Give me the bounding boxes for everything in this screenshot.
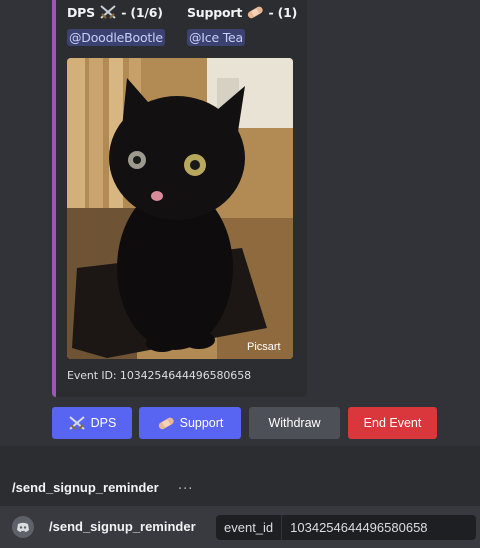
autocomplete-command[interactable]: /send_signup_reminder xyxy=(12,480,159,495)
field-count-dps: - (1/6) xyxy=(121,5,163,20)
bandage-icon xyxy=(246,5,264,22)
field-title-dps: DPS xyxy=(67,5,95,20)
field-name-dps: DPS - (1/6) xyxy=(67,5,165,22)
event-embed: DPS - (1/6) @DoodleBootle Support - (1) … xyxy=(52,0,307,397)
chat-divider xyxy=(0,446,480,470)
embed-field-support: Support - (1) @Ice Tea xyxy=(187,5,297,46)
withdraw-button[interactable]: Withdraw xyxy=(249,407,340,439)
end-event-button-label: End Event xyxy=(363,416,422,430)
field-count-support: - (1) xyxy=(268,5,298,20)
dps-button-label: DPS xyxy=(90,416,117,430)
event-id-footer: Event ID: 1034254644496580658 xyxy=(67,369,251,382)
option-value[interactable]: 1034254644496580658 xyxy=(282,520,427,535)
dps-button[interactable]: DPS xyxy=(52,407,132,439)
event-id-option[interactable]: event_id 1034254644496580658 xyxy=(216,515,476,540)
crossed-swords-icon xyxy=(68,416,86,430)
mention-dps[interactable]: @DoodleBootle xyxy=(67,29,165,46)
bandage-icon xyxy=(157,416,175,430)
input-command: /send_signup_reminder xyxy=(49,519,196,534)
crossed-swords-icon xyxy=(99,5,117,22)
mention-support[interactable]: @Ice Tea xyxy=(187,29,245,46)
support-button[interactable]: Support xyxy=(139,407,241,439)
support-button-label: Support xyxy=(179,416,224,430)
discord-icon xyxy=(12,516,34,538)
picsart-watermark: Picsart xyxy=(247,341,281,353)
field-title-support: Support xyxy=(187,5,243,20)
command-autocomplete[interactable]: /send_signup_reminder ... xyxy=(0,470,480,506)
option-name: event_id xyxy=(216,515,283,540)
autocomplete-ellipsis: ... xyxy=(178,478,194,493)
embed-field-dps: DPS - (1/6) @DoodleBootle xyxy=(67,5,165,46)
field-name-support: Support - (1) xyxy=(187,5,297,22)
cat-image[interactable]: Picsart xyxy=(67,58,293,359)
message-input[interactable]: /send_signup_reminder event_id 103425464… xyxy=(0,506,480,548)
end-event-button[interactable]: End Event xyxy=(348,407,437,439)
withdraw-button-label: Withdraw xyxy=(268,416,321,430)
